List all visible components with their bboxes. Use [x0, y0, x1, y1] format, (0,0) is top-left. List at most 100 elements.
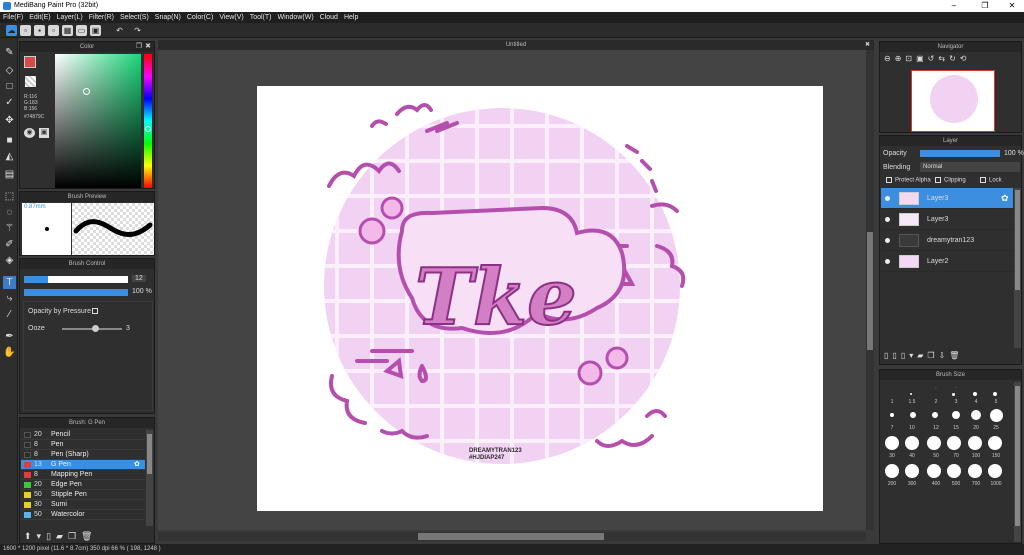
reset-icon[interactable]: ⟲	[960, 54, 971, 63]
brush-item-stipple-pen[interactable]: 50 Stipple Pen	[21, 490, 145, 500]
hue-slider[interactable]	[144, 54, 152, 188]
close-icon[interactable]: ✖	[145, 42, 151, 52]
zoom-in-icon[interactable]: ⊕	[895, 54, 906, 63]
brush-size-cell[interactable]: 4	[966, 399, 986, 405]
menu-file[interactable]: File(F)	[0, 12, 26, 23]
brush-item-watercolor[interactable]: 50 Watercolor	[21, 510, 145, 520]
save-icon[interactable]: ▫	[48, 25, 59, 36]
ooze-slider-handle[interactable]	[92, 325, 99, 332]
select-eraser-icon[interactable]: ◈	[3, 254, 16, 267]
export-icon[interactable]: ▭	[76, 25, 87, 36]
pen-tool-icon[interactable]: ✒	[3, 330, 16, 343]
menu-view[interactable]: View(V)	[216, 12, 246, 23]
layer-row[interactable]: Layer3	[881, 209, 1013, 230]
menu-edit[interactable]: Edit(E)	[26, 12, 53, 23]
cloud-icon[interactable]: ☁	[6, 25, 17, 36]
brush-opacity-slider[interactable]	[24, 289, 128, 296]
layer-opacity-slider[interactable]	[920, 150, 1000, 157]
layer-folder-icon[interactable]: ▰	[917, 351, 927, 360]
layer-row[interactable]: Layer2	[881, 251, 1013, 272]
fit-icon[interactable]: ⊡	[905, 54, 916, 63]
brush-size-cell[interactable]: 30	[882, 453, 902, 459]
menu-snap[interactable]: Snap(N)	[152, 12, 184, 23]
brush-size-cell[interactable]: 7	[882, 425, 902, 431]
comment-icon[interactable]: ▪	[34, 25, 45, 36]
restore-button[interactable]: ❐	[975, 0, 995, 12]
brush-delete-icon[interactable]: 🗑	[81, 531, 97, 541]
brush-size-cell[interactable]: .	[946, 384, 966, 390]
brush-item-edge-pen[interactable]: 20 Edge Pen	[21, 480, 145, 490]
layer-row[interactable]: dreamytran123	[881, 230, 1013, 251]
palette-icon[interactable]: ◉	[24, 128, 35, 138]
redo-icon[interactable]: ↷	[132, 25, 143, 36]
blending-select[interactable]: Normal	[920, 162, 1020, 172]
brush-size-value[interactable]: 12	[132, 275, 146, 282]
brush-size-scrollbar[interactable]	[1014, 382, 1021, 542]
brush-size-cell[interactable]: 500	[946, 481, 966, 487]
merge-layer-icon[interactable]: ⇩	[939, 351, 950, 360]
grid-icon[interactable]: ▦	[62, 25, 73, 36]
color-mix-icon[interactable]: ▣	[39, 128, 49, 138]
brush-size-cell[interactable]: 10	[902, 425, 922, 431]
zoom-out-icon[interactable]: ⊖	[884, 54, 895, 63]
brush-size-cell[interactable]: 2	[926, 399, 946, 405]
menu-cloud[interactable]: Cloud	[317, 12, 341, 23]
canvas-horizontal-scrollbar[interactable]	[158, 532, 866, 541]
close-button[interactable]: ✕	[1002, 0, 1022, 12]
canvas-close-icon[interactable]: ✖	[865, 40, 870, 50]
brush-size-cell[interactable]: 400	[926, 481, 946, 487]
brush-size-cell[interactable]: 70	[946, 453, 966, 459]
text-tool-icon[interactable]: T	[3, 276, 16, 289]
brush-item-mapping-pen[interactable]: 8 Mapping Pen	[21, 470, 145, 480]
opacity-pressure-checkbox[interactable]	[92, 308, 98, 314]
visibility-icon[interactable]	[885, 259, 890, 264]
menu-select[interactable]: Select(S)	[117, 12, 152, 23]
brush-item-g-pen[interactable]: 13 G Pen ✿	[21, 460, 145, 470]
brush-duplicate-icon[interactable]: ❐	[68, 531, 81, 541]
brush-size-cell[interactable]: 150	[986, 453, 1006, 459]
brush-size-cell[interactable]: 12	[926, 425, 946, 431]
canvas-viewport[interactable]: Tke DREAMYTRAN123 #HJDIAP247	[158, 50, 866, 530]
float-icon[interactable]: ❐	[136, 42, 142, 52]
canvas-paper[interactable]: Tke DREAMYTRAN123 #HJDIAP247	[257, 86, 823, 511]
new-8bit-layer-icon[interactable]: ▯	[901, 351, 909, 360]
brush-size-cell[interactable]: 40	[902, 453, 922, 459]
duplicate-layer-icon[interactable]: ❐	[927, 351, 938, 360]
gear-icon[interactable]: ✿	[134, 460, 140, 470]
brush-menu-icon[interactable]: ▾	[37, 531, 47, 541]
delete-layer-icon[interactable]: 🗑	[949, 351, 963, 360]
brush-item-pen-sharp[interactable]: 8 Pen (Sharp)	[21, 450, 145, 460]
eraser-tool-icon[interactable]: ◇	[3, 64, 16, 77]
minimize-button[interactable]: –	[944, 0, 964, 12]
share-icon[interactable]: ▣	[90, 25, 101, 36]
brush-size-cell[interactable]: .	[926, 384, 946, 390]
brush-tool-icon[interactable]: ✎	[3, 46, 16, 59]
transparent-color-swatch[interactable]	[25, 76, 36, 87]
brush-size-cell[interactable]: 5	[986, 399, 1006, 405]
menu-layer[interactable]: Layer(L)	[54, 12, 86, 23]
add-brush-icon[interactable]: ⬆	[24, 531, 37, 541]
check-tool-icon[interactable]: ✓	[3, 96, 16, 109]
visibility-icon[interactable]	[885, 238, 890, 243]
brush-size-cell[interactable]: 1.5	[902, 399, 922, 405]
brush-size-cell[interactable]: 300	[902, 481, 922, 487]
lock-checkbox[interactable]	[980, 177, 986, 183]
brush-size-cell[interactable]: 25	[986, 425, 1006, 431]
brush-size-cell[interactable]: 20	[966, 425, 986, 431]
brush-size-cell[interactable]: 3	[946, 399, 966, 405]
select-pen-icon[interactable]: ✐	[3, 238, 16, 251]
protect-alpha-checkbox[interactable]	[886, 177, 892, 183]
menu-tool[interactable]: Tool(T)	[247, 12, 275, 23]
hand-tool-icon[interactable]: ✋	[3, 346, 16, 359]
new-halftone-layer-icon[interactable]: ▯	[892, 351, 900, 360]
canvas-vertical-scrollbar[interactable]	[866, 50, 874, 530]
brush-size-cell[interactable]: 1	[882, 399, 902, 405]
brush-size-cell[interactable]: 200	[882, 481, 902, 487]
brush-size-cell[interactable]: 1000	[986, 481, 1006, 487]
canvas-tab[interactable]: Untitled ✖	[158, 40, 874, 50]
lasso-tool-icon[interactable]: ◌	[3, 206, 16, 219]
layer-scrollbar[interactable]	[1014, 188, 1021, 348]
color-picker-cursor[interactable]	[83, 88, 90, 95]
brush-size-cell[interactable]: 100	[966, 453, 986, 459]
rotate-left-icon[interactable]: ↺	[928, 54, 939, 63]
